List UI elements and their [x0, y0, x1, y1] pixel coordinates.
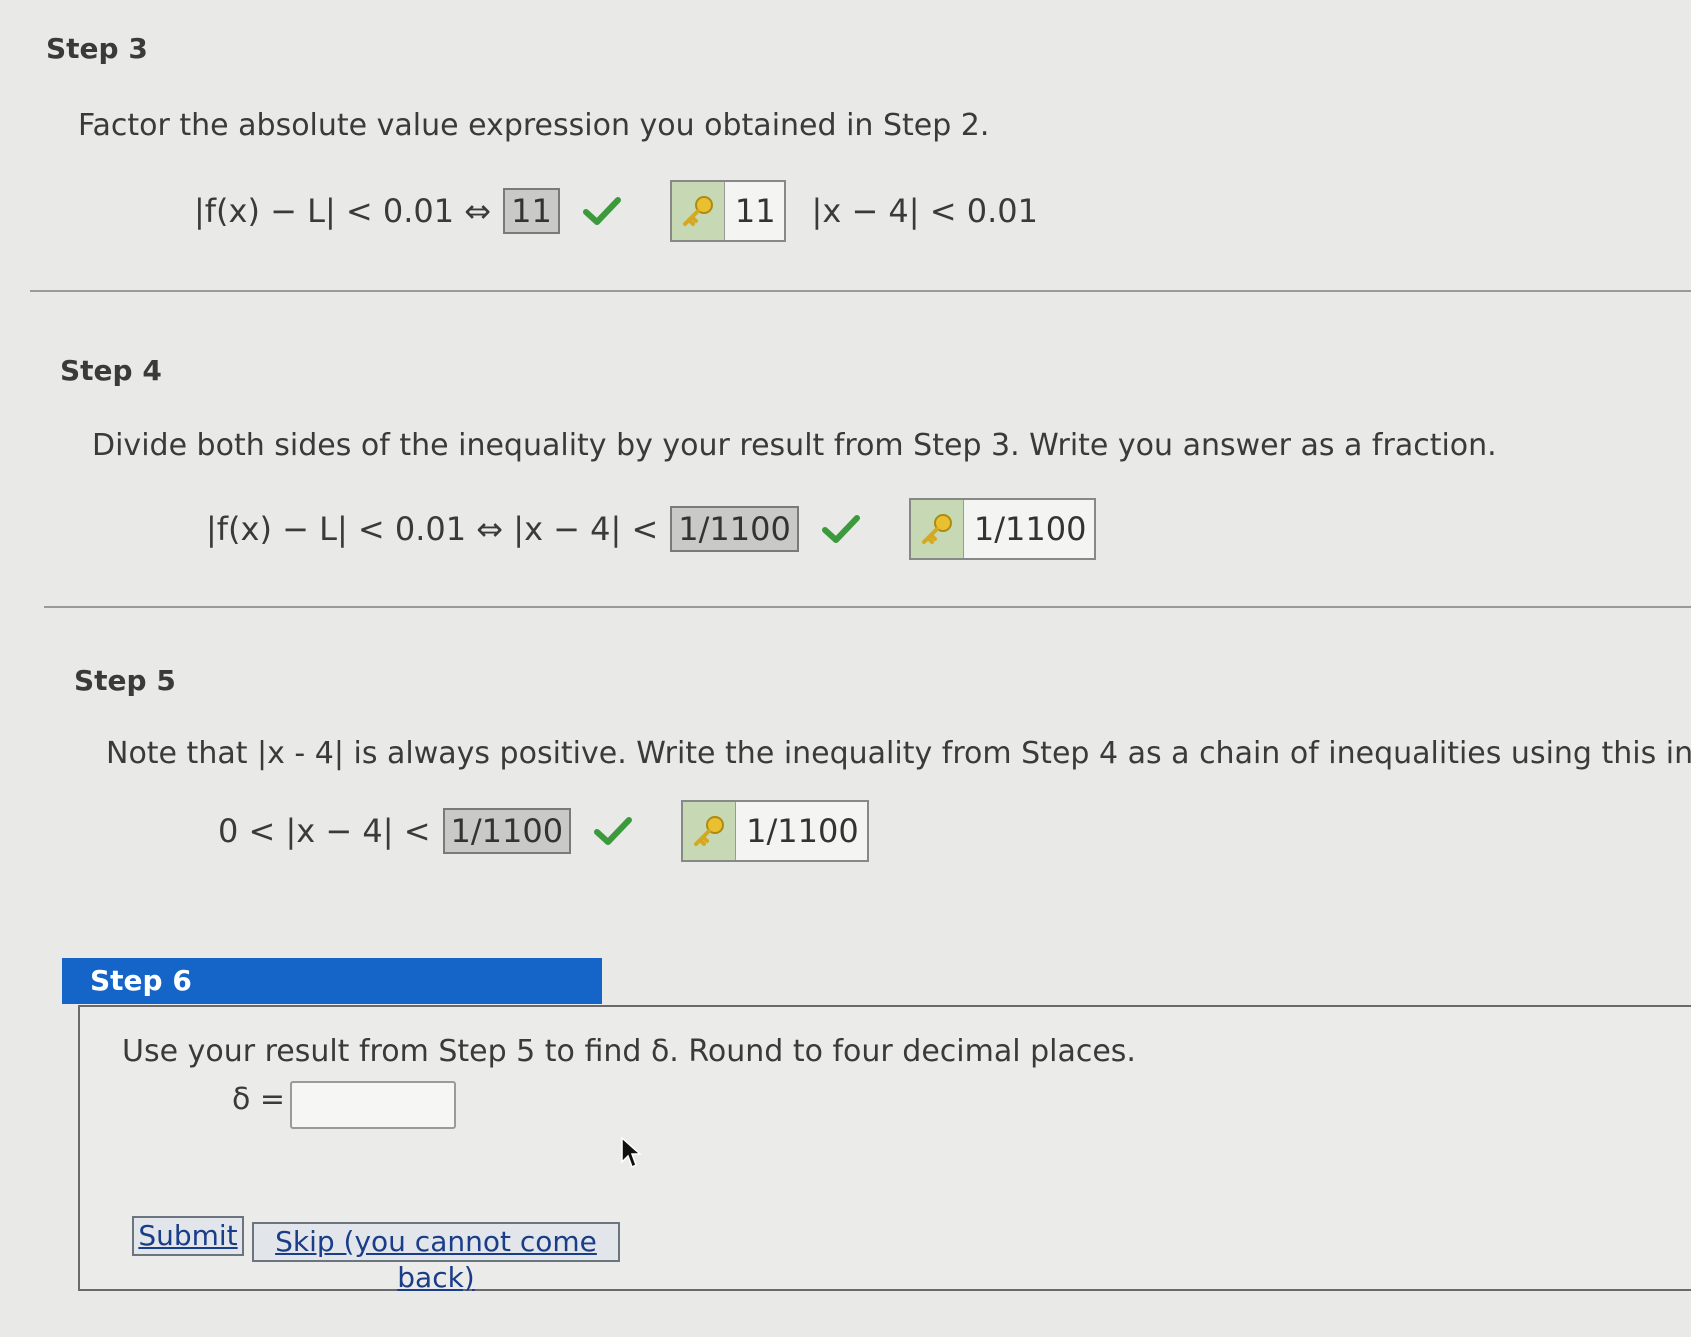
- step5-prompt: Note that |x - 4| is always positive. Wr…: [106, 736, 1691, 771]
- step4-prompt: Divide both sides of the inequality by y…: [92, 428, 1497, 463]
- step4-answer-box: 1/1100: [670, 506, 799, 552]
- step3-key-value: 11: [734, 192, 776, 230]
- check-icon: [821, 515, 860, 543]
- skip-button[interactable]: Skip (you cannot come back): [252, 1222, 620, 1294]
- step3-math-row: |f(x) − L| < 0.01 ⇔ 11 11 |x − 4| < 0.01: [194, 180, 1038, 242]
- step5-lhs: 0 < |x − 4| <: [218, 812, 431, 850]
- key-icon: [671, 182, 725, 240]
- step5-math-row: 0 < |x − 4| < 1/1100 1/1100: [218, 800, 869, 862]
- check-icon: [594, 817, 633, 845]
- step5-key-value: 1/1100: [746, 812, 859, 850]
- step5-answer-box: 1/1100: [442, 808, 572, 854]
- step6-title: Step 6: [62, 958, 602, 1004]
- step4-lhs: |f(x) − L| < 0.01 ⇔ |x − 4| <: [206, 510, 659, 548]
- step4-key-answer[interactable]: 1/1100: [908, 498, 1097, 560]
- step3-rhs: |x − 4| < 0.01: [811, 192, 1038, 230]
- divider: [44, 606, 1691, 608]
- step5-key-answer[interactable]: 1/1100: [681, 800, 869, 862]
- step4-title: Step 4: [60, 354, 162, 387]
- key-icon: [683, 802, 737, 860]
- step3-answer-box: 11: [503, 188, 560, 234]
- step3-lhs: |f(x) − L| < 0.01 ⇔: [194, 192, 492, 230]
- mouse-cursor-icon: [621, 1136, 642, 1169]
- key-icon: [910, 500, 964, 558]
- step6-prompt: Use your result from Step 5 to find δ. R…: [122, 1034, 1136, 1069]
- step4-math-row: |f(x) − L| < 0.01 ⇔ |x − 4| < 1/1100 1/1…: [206, 498, 1097, 560]
- delta-label: δ =: [232, 1082, 286, 1117]
- step4-key-value: 1/1100: [973, 510, 1087, 548]
- check-icon: [582, 197, 621, 225]
- divider: [30, 290, 1691, 292]
- submit-button[interactable]: Submit: [132, 1216, 244, 1256]
- step3-title: Step 3: [46, 32, 148, 65]
- delta-input[interactable]: [290, 1081, 456, 1129]
- step3-prompt: Factor the absolute value expression you…: [78, 108, 990, 143]
- step3-key-answer[interactable]: 11: [669, 180, 786, 242]
- step5-title: Step 5: [74, 664, 176, 697]
